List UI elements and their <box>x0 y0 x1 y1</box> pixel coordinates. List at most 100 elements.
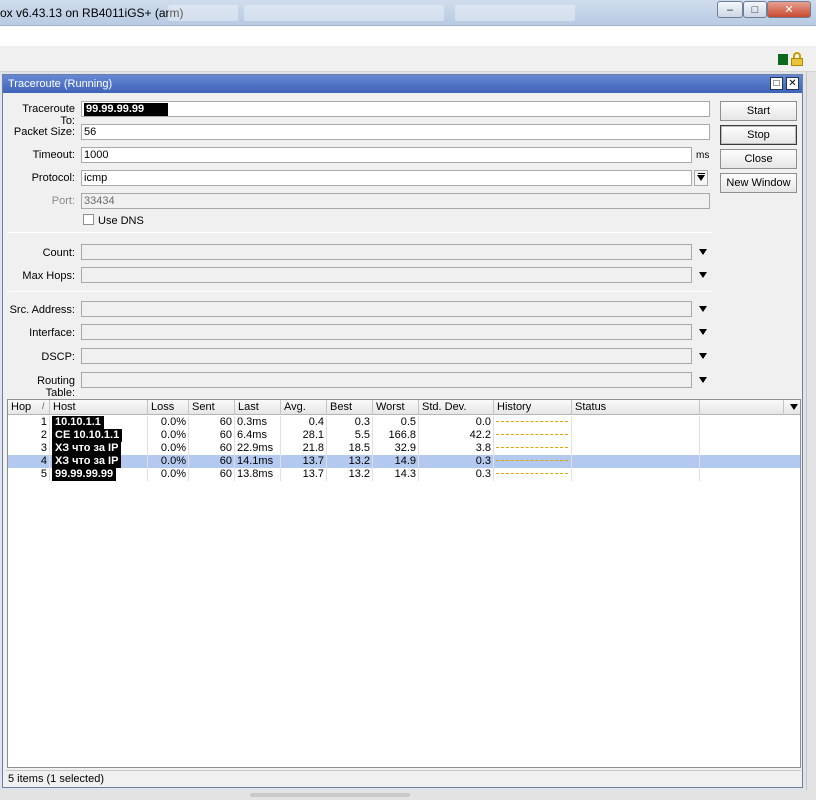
loss-cell: 0.0% <box>148 468 189 481</box>
background-tab <box>244 5 444 21</box>
worst-cell: 32.9 <box>373 442 419 455</box>
column-avg[interactable]: Avg. <box>281 400 327 415</box>
background-tab <box>455 5 575 21</box>
app-close-button[interactable]: ✕ <box>767 1 811 18</box>
loss-cell: 0.0% <box>148 442 189 455</box>
best-cell: 13.2 <box>327 455 373 468</box>
traceroute-to-input[interactable]: 99.99.99.99 <box>81 101 710 117</box>
hop-cell: 4 <box>8 455 50 468</box>
sent-cell: 60 <box>189 455 235 468</box>
avg-cell: 13.7 <box>281 455 327 468</box>
last-cell: 22.9ms <box>235 442 281 455</box>
table-row[interactable]: 1 10.10.1.1 0.0% 60 0.3ms 0.4 0.3 0.5 0.… <box>8 416 800 429</box>
start-button[interactable]: Start <box>720 101 797 121</box>
scrollbar-thumb[interactable] <box>250 793 410 797</box>
column-host[interactable]: Host <box>50 400 148 415</box>
column-loss[interactable]: Loss <box>148 400 189 415</box>
items-count: 5 items (1 selected) <box>8 773 104 785</box>
table-row[interactable]: 5 99.99.99.99 0.0% 60 13.8ms 13.7 13.2 1… <box>8 468 800 481</box>
separator <box>7 232 713 233</box>
sent-cell: 60 <box>189 442 235 455</box>
use-dns-label: Use DNS <box>98 215 144 227</box>
host-cell: CE 10.10.1.1 <box>50 429 148 442</box>
column-worst[interactable]: Worst <box>373 400 419 415</box>
traceroute-window: Traceroute (Running) □ ✕ Traceroute To: … <box>2 74 803 788</box>
history-cell <box>494 416 572 429</box>
timeout-label: Timeout: <box>32 149 75 161</box>
table-row[interactable]: 2 CE 10.10.1.1 0.0% 60 6.4ms 28.1 5.5 16… <box>8 429 800 442</box>
last-cell: 14.1ms <box>235 455 281 468</box>
src-address-input[interactable] <box>81 301 692 317</box>
chevron-down-icon <box>697 175 705 181</box>
window-restore-button[interactable]: □ <box>770 77 783 90</box>
column-std-dev[interactable]: Std. Dev. <box>419 400 494 415</box>
protocol-select[interactable]: icmp <box>81 170 692 186</box>
protocol-dropdown-button[interactable] <box>694 170 708 186</box>
column-best[interactable]: Best <box>327 400 373 415</box>
history-cell <box>494 429 572 442</box>
src-address-dropdown-icon[interactable] <box>699 306 707 312</box>
status-cell <box>572 442 700 455</box>
use-dns-checkbox[interactable] <box>83 214 94 225</box>
interface-dropdown-icon[interactable] <box>699 329 707 335</box>
avg-cell: 13.7 <box>281 468 327 481</box>
table-header: Hop / Host Loss Sent Last Avg. Best Wors… <box>8 400 800 415</box>
count-label: Count: <box>42 247 75 259</box>
last-cell: 13.8ms <box>235 468 281 481</box>
hop-cell: 2 <box>8 429 50 442</box>
column-status[interactable]: Status <box>572 400 700 415</box>
routing-table-label: Routing Table: <box>37 375 75 399</box>
window-title: Traceroute (Running) <box>8 78 113 90</box>
std-dev-cell: 0.3 <box>419 468 494 481</box>
host-cell: ХЗ что за IP <box>50 455 148 468</box>
packet-size-input[interactable]: 56 <box>81 124 710 140</box>
port-input[interactable]: 33434 <box>81 193 710 209</box>
count-input[interactable] <box>81 244 692 260</box>
best-cell: 5.5 <box>327 429 373 442</box>
vertical-scrollbar[interactable] <box>806 72 816 800</box>
max-hops-dropdown-icon[interactable] <box>699 272 707 278</box>
std-dev-cell: 0.0 <box>419 416 494 429</box>
host-cell: ХЗ что за IP <box>50 442 148 455</box>
protocol-label: Protocol: <box>31 172 75 184</box>
table-row[interactable]: 3 ХЗ что за IP 0.0% 60 22.9ms 21.8 18.5 … <box>8 442 800 455</box>
column-sent[interactable]: Sent <box>189 400 235 415</box>
minimize-button[interactable]: – <box>717 1 743 18</box>
loss-cell: 0.0% <box>148 455 189 468</box>
host-cell: 10.10.1.1 <box>50 416 148 429</box>
timeout-input[interactable]: 1000 <box>81 147 692 163</box>
count-dropdown-icon[interactable] <box>699 249 707 255</box>
columns-menu-icon[interactable] <box>790 404 798 410</box>
dscp-dropdown-icon[interactable] <box>699 353 707 359</box>
history-sparkline <box>496 473 568 474</box>
table-row-selected[interactable]: 4 ХЗ что за IP 0.0% 60 14.1ms 13.7 13.2 … <box>8 455 800 468</box>
separator <box>7 291 713 292</box>
new-window-button[interactable]: New Window <box>720 173 797 193</box>
hop-cell: 5 <box>8 468 50 481</box>
best-cell: 18.5 <box>327 442 373 455</box>
close-button[interactable]: Close <box>720 149 797 169</box>
window-close-button[interactable]: ✕ <box>786 77 799 90</box>
max-hops-input[interactable] <box>81 267 692 283</box>
host-value: 99.99.99.99 <box>52 468 117 481</box>
worst-cell: 166.8 <box>373 429 419 442</box>
routing-table-input[interactable] <box>81 372 692 388</box>
status-cell <box>572 455 700 468</box>
sent-cell: 60 <box>189 416 235 429</box>
maximize-button[interactable]: □ <box>743 1 767 18</box>
column-history[interactable]: History <box>494 400 572 415</box>
best-cell: 13.2 <box>327 468 373 481</box>
routing-table-dropdown-icon[interactable] <box>699 377 707 383</box>
window-titlebar[interactable]: Traceroute (Running) □ ✕ <box>3 75 802 93</box>
results-table: Hop / Host Loss Sent Last Avg. Best Wors… <box>7 399 801 768</box>
worst-cell: 14.3 <box>373 468 419 481</box>
best-cell: 0.3 <box>327 416 373 429</box>
horizontal-scrollbar[interactable] <box>0 790 816 800</box>
connection-status-icon <box>778 54 788 65</box>
dscp-input[interactable] <box>81 348 692 364</box>
stop-button[interactable]: Stop <box>720 125 797 145</box>
app-toolbar <box>0 46 816 72</box>
column-last[interactable]: Last <box>235 400 281 415</box>
avg-cell: 28.1 <box>281 429 327 442</box>
interface-input[interactable] <box>81 324 692 340</box>
